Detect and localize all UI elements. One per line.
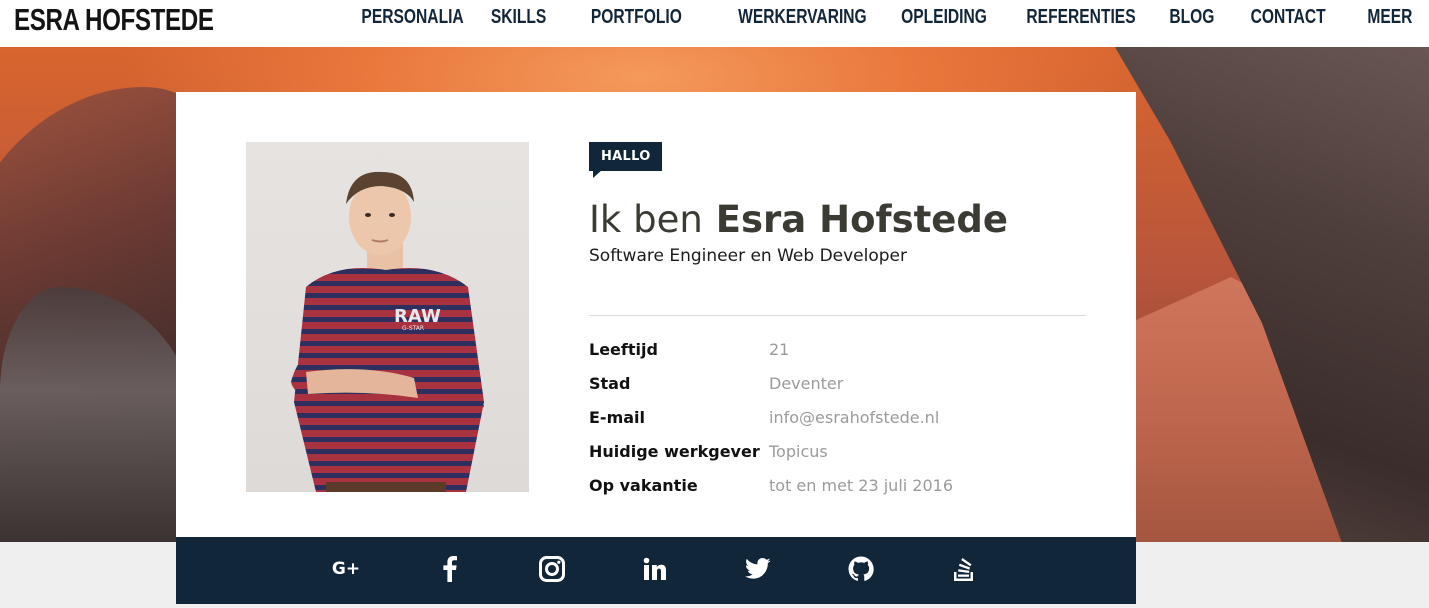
profile-card: RAW G-STAR HALLO Ik ben Esra Hofstede So… bbox=[176, 92, 1136, 537]
divider bbox=[589, 315, 1086, 316]
social-links-bar: G+ bbox=[176, 537, 1136, 604]
nav-item-personalia[interactable]: PERSONALIA bbox=[361, 6, 463, 29]
nav-item-contact[interactable]: CONTACT bbox=[1251, 6, 1326, 29]
detail-label: Leeftijd bbox=[589, 339, 658, 359]
site-logo[interactable]: ESRA HOFSTEDE bbox=[14, 0, 214, 40]
top-navbar: ESRA HOFSTEDE PERSONALIA SKILLS PORTFOLI… bbox=[0, 0, 1429, 47]
profile-photo-image: RAW G-STAR bbox=[291, 171, 484, 492]
title-intro: Ik ben bbox=[589, 198, 703, 241]
detail-row-age: Leeftijd 21 bbox=[589, 332, 953, 366]
job-title: Software Engineer en Web Developer bbox=[589, 246, 907, 266]
google-plus-icon[interactable]: G+ bbox=[331, 554, 361, 584]
detail-label: Op vakantie bbox=[589, 475, 698, 495]
detail-row-vacation: Op vakantie tot en met 23 juli 2016 bbox=[589, 468, 953, 502]
email-link[interactable]: info@esrahofstede.nl bbox=[769, 408, 939, 427]
detail-value: Deventer bbox=[769, 373, 844, 393]
detail-label: Huidige werkgever bbox=[589, 441, 760, 461]
github-icon[interactable] bbox=[846, 554, 876, 584]
page-title: Ik ben Esra Hofstede bbox=[589, 198, 1008, 241]
shirt-print-sub: G-STAR bbox=[402, 325, 424, 332]
shirt-print: RAW bbox=[394, 306, 441, 327]
hallo-badge-tail bbox=[593, 170, 602, 178]
nav-item-referenties[interactable]: REFERENTIES bbox=[1026, 6, 1135, 29]
nav-item-opleiding[interactable]: OPLEIDING bbox=[901, 6, 987, 29]
detail-row-employer: Huidige werkgever Topicus bbox=[589, 434, 953, 468]
detail-label: Stad bbox=[589, 373, 631, 393]
nav-item-skills[interactable]: SKILLS bbox=[491, 6, 546, 29]
linkedin-icon[interactable] bbox=[640, 554, 670, 584]
google-plus-label: G+ bbox=[331, 559, 361, 579]
twitter-icon[interactable] bbox=[743, 554, 773, 584]
facebook-icon[interactable] bbox=[435, 554, 465, 584]
personal-details: Leeftijd 21 Stad Deventer E-mail info@es… bbox=[589, 332, 953, 502]
detail-row-email: E-mail info@esrahofstede.nl bbox=[589, 400, 953, 434]
title-name: Esra Hofstede bbox=[715, 198, 1008, 241]
hallo-badge: HALLO bbox=[589, 142, 662, 171]
detail-value: Topicus bbox=[769, 441, 828, 461]
nav-item-portfolio[interactable]: PORTFOLIO bbox=[591, 6, 682, 29]
nav-item-blog[interactable]: BLOG bbox=[1169, 6, 1214, 29]
detail-value: tot en met 23 juli 2016 bbox=[769, 475, 954, 495]
nav-item-werkervaring[interactable]: WERKERVARING bbox=[738, 6, 867, 29]
nav-item-meer[interactable]: MEER bbox=[1367, 6, 1412, 29]
profile-photo: RAW G-STAR bbox=[246, 142, 529, 492]
stackoverflow-icon[interactable] bbox=[949, 554, 979, 584]
detail-value: 21 bbox=[769, 339, 790, 359]
instagram-icon[interactable] bbox=[537, 554, 567, 584]
detail-label: E-mail bbox=[589, 407, 646, 427]
detail-row-city: Stad Deventer bbox=[589, 366, 953, 400]
